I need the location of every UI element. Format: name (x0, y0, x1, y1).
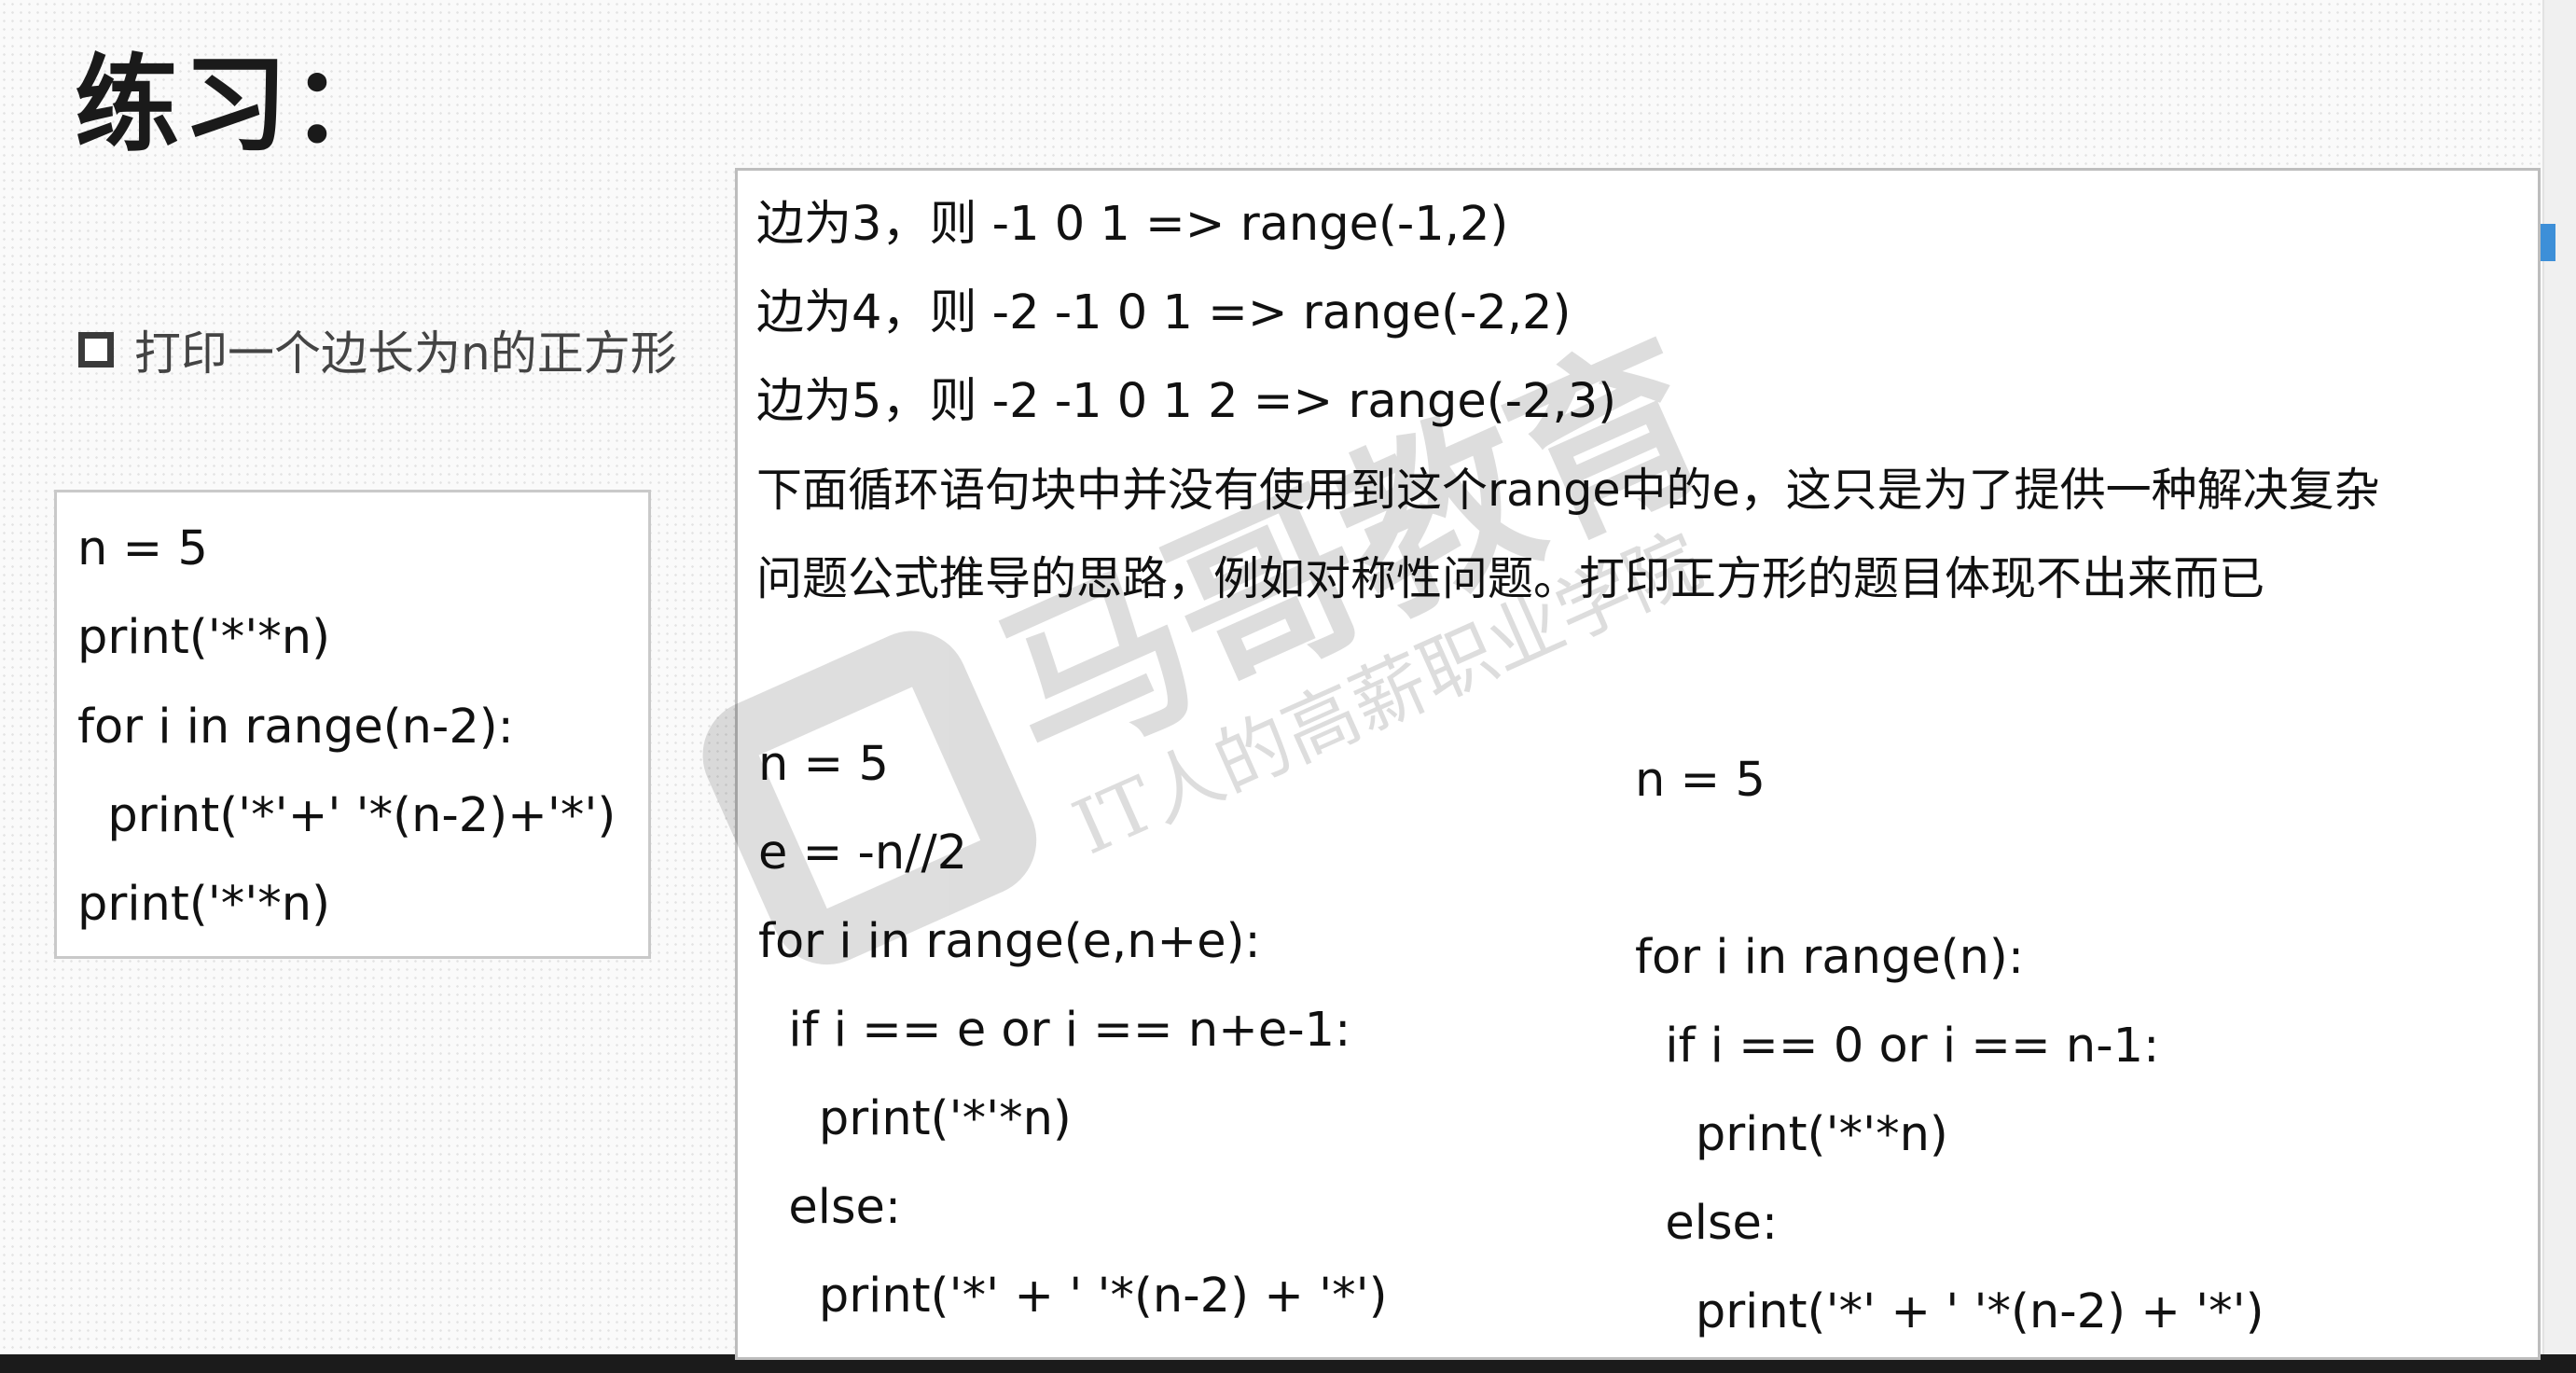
left-code-box: n = 5 print('*'*n) for i in range(n-2): … (54, 490, 651, 959)
code-line: print('*'*n) (77, 877, 330, 932)
code-line: print('*'*n) (77, 610, 330, 665)
code-line: n = 5 (1635, 753, 1766, 808)
scrollbar-thumb[interactable] (2539, 224, 2555, 261)
code-line: n = 5 (77, 521, 208, 576)
note-line: 问题公式推导的思路，例如对称性问题。打印正方形的题目体现不出来而已 (756, 552, 2265, 605)
note-line: 边为5，则 -2 -1 0 1 2 => range(-2,3) (756, 374, 1617, 429)
code-line: else: (758, 1180, 902, 1235)
code-line: n = 5 (758, 737, 889, 792)
note-line: 边为3，则 -1 0 1 => range(-1,2) (756, 197, 1509, 252)
code-line: print('*'*n) (1635, 1107, 1948, 1162)
code-line: e = -n//2 (758, 825, 968, 881)
code-line: for i in range(n): (1635, 930, 2025, 985)
right-window-edge (2542, 0, 2576, 1354)
note-line: 下面循环语句块中并没有使用到这个range中的e，这只是为了提供一种解决复杂 (756, 464, 2380, 517)
code-line: else: (1635, 1196, 1779, 1251)
code-line: print('*' + ' '*(n-2) + '*') (758, 1269, 1388, 1324)
bullet-item: 打印一个边长为n的正方形 (78, 317, 677, 382)
code-line: print('*' + ' '*(n-2) + '*') (1635, 1284, 2264, 1339)
note-popup: 边为3，则 -1 0 1 => range(-1,2) 边为4，则 -2 -1 … (735, 168, 2541, 1360)
code-line: if i == 0 or i == n-1: (1635, 1019, 2160, 1074)
code-line: for i in range(e,n+e): (758, 914, 1261, 969)
code-line: print('*'*n) (758, 1091, 1072, 1146)
slide-title: 练习： (75, 45, 399, 166)
code-line: if i == e or i == n+e-1: (758, 1003, 1351, 1058)
square-bullet-icon (78, 332, 114, 368)
code-line: for i in range(n-2): (77, 700, 514, 755)
note-line: 边为4，则 -2 -1 0 1 => range(-2,2) (756, 285, 1572, 340)
code-line: print('*'+' '*(n-2)+'*') (77, 788, 616, 843)
bullet-text: 打印一个边长为n的正方形 (134, 326, 677, 381)
